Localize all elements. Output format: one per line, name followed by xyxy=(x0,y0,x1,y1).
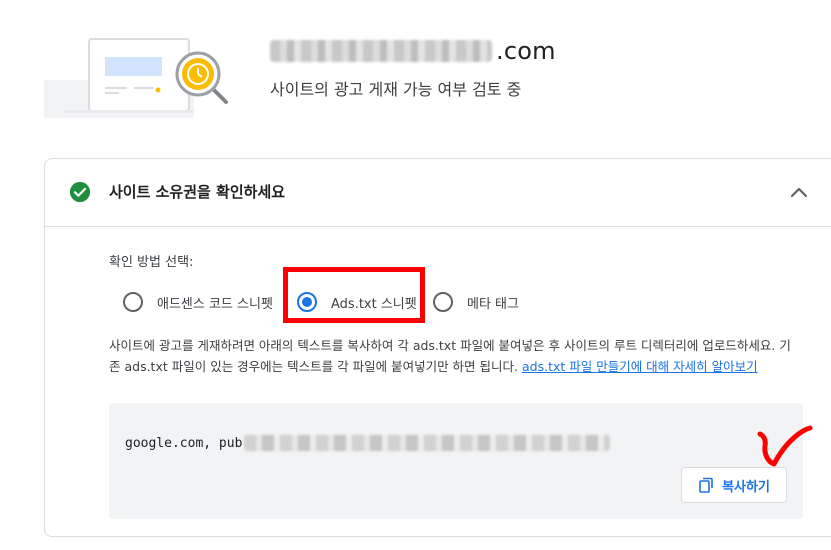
redacted-domain-name xyxy=(270,40,492,62)
ads-txt-code-box: google.com, pub 복사하기 xyxy=(109,403,803,519)
radio-circle[interactable] xyxy=(433,292,453,312)
instruction-text: 사이트에 광고를 게재하려면 아래의 텍스트를 복사하여 각 ads.txt 파… xyxy=(109,335,791,377)
radio-meta-tag[interactable]: 메타 태그 xyxy=(433,292,519,312)
redacted-publisher-id xyxy=(244,435,611,451)
learn-more-link[interactable]: ads.txt 파일 만들기에 대해 자세히 알아보기 xyxy=(522,359,758,374)
radio-ads-txt-snippet[interactable]: Ads.txt 스니펫 xyxy=(297,292,417,312)
check-circle-icon xyxy=(69,181,91,203)
card-header[interactable]: 사이트 소유권을 확인하세요 xyxy=(45,159,831,227)
radio-label: Ads.txt 스니펫 xyxy=(331,296,417,312)
ownership-verification-card: 사이트 소유권을 확인하세요 확인 방법 선택: 애드센스 코드 스니펫 Ads… xyxy=(44,158,831,537)
copy-button-label: 복사하기 xyxy=(722,479,770,495)
copy-button[interactable]: 복사하기 xyxy=(681,467,787,503)
radio-adsense-code-snippet[interactable]: 애드센스 코드 스니펫 xyxy=(123,292,273,312)
site-domain: .com xyxy=(270,34,556,68)
site-review-status: 사이트의 광고 게재 가능 여부 검토 중 xyxy=(270,80,522,99)
radio-circle[interactable] xyxy=(123,292,143,312)
method-select-label: 확인 방법 선택: xyxy=(109,255,194,270)
copy-icon xyxy=(699,477,713,493)
radio-label: 애드센스 코드 스니펫 xyxy=(157,296,273,312)
site-review-illustration xyxy=(44,38,228,118)
radio-label: 메타 태그 xyxy=(467,296,519,312)
chevron-up-icon[interactable] xyxy=(787,181,811,205)
ads-txt-code-line: google.com, pub xyxy=(125,435,611,451)
card-title: 사이트 소유권을 확인하세요 xyxy=(109,183,286,201)
site-domain-suffix: .com xyxy=(496,37,556,65)
radio-circle-selected[interactable] xyxy=(297,292,317,312)
code-prefix: google.com, pub xyxy=(125,435,243,451)
